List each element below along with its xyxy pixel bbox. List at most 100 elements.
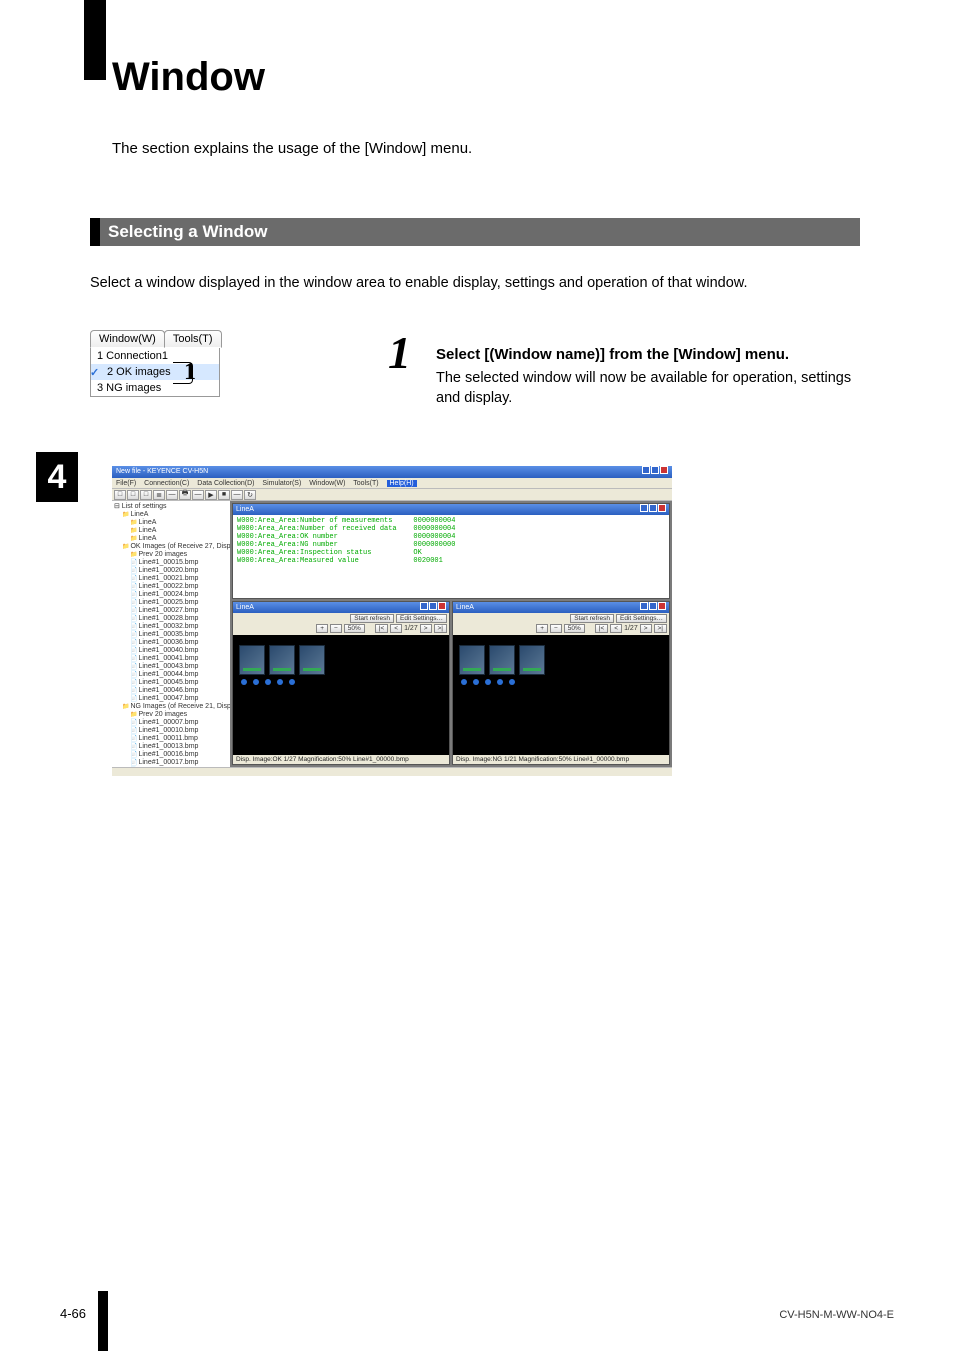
page-dot[interactable] <box>241 679 247 685</box>
page-dot[interactable] <box>289 679 295 685</box>
zoom-out-button[interactable]: − <box>550 624 562 633</box>
tree-item[interactable]: Prev 20 images <box>114 551 228 559</box>
page-dot[interactable] <box>473 679 479 685</box>
toolbar-button[interactable]: ↻ <box>244 490 256 500</box>
pane-controls[interactable] <box>640 504 666 515</box>
start-refresh-button[interactable]: Start refresh <box>350 614 394 623</box>
page-dot[interactable] <box>265 679 271 685</box>
tree-panel[interactable]: ⊟ List of settingsLineALineALineALineAOK… <box>112 501 230 767</box>
toolbar-button[interactable]: — <box>231 490 243 500</box>
first-page-button[interactable]: |< <box>375 624 388 633</box>
toolbar-button[interactable]: □ <box>114 490 126 500</box>
menu-file[interactable]: File(F) <box>116 480 136 487</box>
tree-item[interactable]: Line#1_00007.bmp <box>114 719 228 727</box>
zoom-in-button[interactable]: + <box>536 624 548 633</box>
tree-item[interactable]: Line#1_00045.bmp <box>114 679 228 687</box>
thumbnail[interactable] <box>299 645 325 675</box>
menu-simulator[interactable]: Simulator(S) <box>262 480 301 487</box>
tree-item[interactable]: Line#1_00044.bmp <box>114 671 228 679</box>
last-page-button[interactable]: >| <box>434 624 447 633</box>
tree-item[interactable]: Line#1_00010.bmp <box>114 727 228 735</box>
window-controls[interactable] <box>642 466 668 478</box>
tree-item[interactable]: Line#1_00035.bmp <box>114 631 228 639</box>
tree-item[interactable]: Line#1_00046.bmp <box>114 687 228 695</box>
next-page-button[interactable]: > <box>640 624 652 633</box>
thumbnail[interactable] <box>489 645 515 675</box>
tree-item[interactable]: Line#1_00013.bmp <box>114 743 228 751</box>
menu-item-ng-images[interactable]: 3 NG images <box>91 380 219 396</box>
menu-window[interactable]: Window(W) <box>309 480 345 487</box>
tree-item[interactable]: Line#1_00015.bmp <box>114 559 228 567</box>
tree-item[interactable]: Line#1_00025.bmp <box>114 599 228 607</box>
tree-item[interactable]: Line#1_00024.bmp <box>114 591 228 599</box>
tree-item[interactable]: Line#1_00020.bmp <box>114 567 228 575</box>
tree-item[interactable]: ⊟ List of settings <box>114 503 228 511</box>
tree-item[interactable]: Line#1_00040.bmp <box>114 647 228 655</box>
menu-connection[interactable]: Connection(C) <box>144 480 189 487</box>
menu-data-collection[interactable]: Data Collection(D) <box>197 480 254 487</box>
toolbar-button[interactable]: ▶ <box>205 490 217 500</box>
image-pane-status: Disp. Image:OK 1/27 Magnification:50% Li… <box>233 755 449 764</box>
edit-settings-button[interactable]: Edit Settings… <box>616 614 667 623</box>
pane-controls[interactable] <box>420 602 446 613</box>
page-dot[interactable] <box>485 679 491 685</box>
tree-item[interactable]: OK Images (of Receive 27, Display Now 6) <box>114 543 228 551</box>
tree-item[interactable]: Line#1_00021.bmp <box>114 575 228 583</box>
window-title: New file - KEYENCE CV-H5N <box>116 466 208 478</box>
edit-settings-button[interactable]: Edit Settings… <box>396 614 447 623</box>
tree-item[interactable]: Line#1_00027.bmp <box>114 607 228 615</box>
tree-item[interactable]: Line#1_00016.bmp <box>114 751 228 759</box>
page-dot[interactable] <box>461 679 467 685</box>
tree-item[interactable]: Line#1_00041.bmp <box>114 655 228 663</box>
thumbnail[interactable] <box>459 645 485 675</box>
pane-controls[interactable] <box>640 602 666 613</box>
zoom-select[interactable]: 50% <box>564 624 585 633</box>
page-number: 4-66 <box>60 1306 86 1321</box>
next-page-button[interactable]: > <box>420 624 432 633</box>
first-page-button[interactable]: |< <box>595 624 608 633</box>
menu-tools[interactable]: Tools(T) <box>353 480 378 487</box>
menu-tab-tools[interactable]: Tools(T) <box>164 330 222 348</box>
menu-help[interactable]: Help(H) <box>387 480 417 487</box>
tree-item[interactable]: Prev 20 images <box>114 711 228 719</box>
menu-item-ok-images[interactable]: 2 OK images <box>91 364 219 380</box>
tree-item[interactable]: Line#1_00011.bmp <box>114 735 228 743</box>
tree-item[interactable]: LineA <box>114 511 228 519</box>
window-menu-list: 1 Connection1 2 OK images 3 NG images <box>90 347 220 397</box>
page-dot[interactable] <box>509 679 515 685</box>
tree-item[interactable]: LineA <box>114 535 228 543</box>
tree-item[interactable]: Line#1_00043.bmp <box>114 663 228 671</box>
thumbnail[interactable] <box>239 645 265 675</box>
page-dot[interactable] <box>277 679 283 685</box>
tree-item[interactable]: Line#1_00022.bmp <box>114 583 228 591</box>
zoom-out-button[interactable]: − <box>330 624 342 633</box>
page-dot[interactable] <box>253 679 259 685</box>
toolbar-button[interactable]: — <box>166 490 178 500</box>
menu-item-connection1[interactable]: 1 Connection1 <box>91 348 219 364</box>
zoom-in-button[interactable]: + <box>316 624 328 633</box>
prev-page-button[interactable]: < <box>610 624 622 633</box>
tree-item[interactable]: Line#1_00036.bmp <box>114 639 228 647</box>
last-page-button[interactable]: >| <box>654 624 667 633</box>
toolbar-button[interactable]: — <box>192 490 204 500</box>
thumbnail[interactable] <box>269 645 295 675</box>
toolbar-button[interactable]: □ <box>140 490 152 500</box>
toolbar-button[interactable]: ■ <box>218 490 230 500</box>
tree-item[interactable]: Line#1_00017.bmp <box>114 759 228 767</box>
toolbar-button[interactable]: ≣ <box>153 490 165 500</box>
prev-page-button[interactable]: < <box>390 624 402 633</box>
toolbar-button[interactable]: □ <box>127 490 139 500</box>
start-refresh-button[interactable]: Start refresh <box>570 614 614 623</box>
thumbnail[interactable] <box>519 645 545 675</box>
zoom-select[interactable]: 50% <box>344 624 365 633</box>
tree-item[interactable]: NG Images (of Receive 21, Display Now 2) <box>114 703 228 711</box>
section-heading: Selecting a Window <box>90 218 860 246</box>
tree-item[interactable]: LineA <box>114 527 228 535</box>
tree-item[interactable]: Line#1_00032.bmp <box>114 623 228 631</box>
toolbar-button[interactable]: 🖶 <box>179 490 191 500</box>
tree-item[interactable]: LineA <box>114 519 228 527</box>
menu-tab-window[interactable]: Window(W) <box>90 330 165 348</box>
tree-item[interactable]: Line#1_00028.bmp <box>114 615 228 623</box>
tree-item[interactable]: Line#1_00047.bmp <box>114 695 228 703</box>
page-dot[interactable] <box>497 679 503 685</box>
